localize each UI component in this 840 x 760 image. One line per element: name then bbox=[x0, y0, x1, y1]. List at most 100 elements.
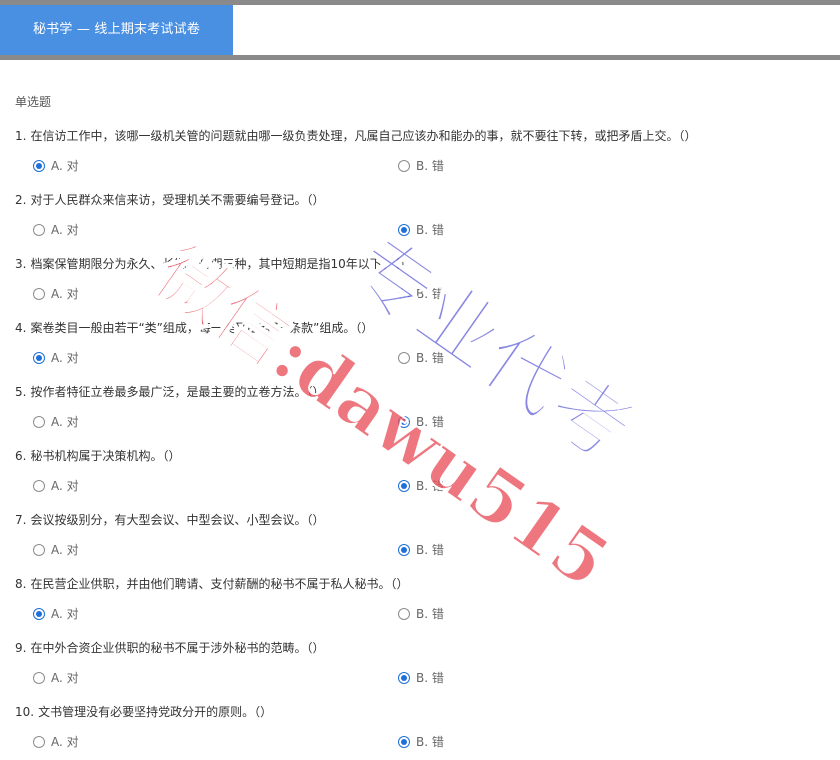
question-number: 1. bbox=[15, 129, 27, 143]
radio-button[interactable] bbox=[398, 351, 410, 364]
option-group: A. 对 B. 错 bbox=[15, 669, 825, 689]
option-b[interactable]: B. 错 bbox=[398, 733, 444, 750]
question-number: 9. bbox=[15, 641, 27, 655]
option-a[interactable]: A. 对 bbox=[33, 221, 79, 238]
radio-button[interactable] bbox=[398, 735, 410, 748]
question-item: 6. 秘书机构属于决策机构。（） A. 对 B. 错 bbox=[15, 447, 825, 497]
option-group: A. 对 B. 错 bbox=[15, 477, 825, 497]
option-group: A. 对 B. 错 bbox=[15, 733, 825, 753]
option-b[interactable]: B. 错 bbox=[398, 541, 444, 558]
question-text: 8. 在民营企业供职，并由他们聘请、支付薪酬的秘书不属于私人秘书。（） bbox=[15, 575, 825, 593]
option-a[interactable]: A. 对 bbox=[33, 669, 79, 686]
option-b[interactable]: B. 错 bbox=[398, 413, 444, 430]
question-number: 7. bbox=[15, 513, 27, 527]
question-stem: 在中外合资企业供职的秘书不属于涉外秘书的范畴。（） bbox=[30, 641, 325, 655]
option-a[interactable]: A. 对 bbox=[33, 733, 79, 750]
radio-button[interactable] bbox=[33, 735, 45, 748]
tab-bar: 秘书学 — 线上期末考试试卷 bbox=[0, 5, 840, 60]
radio-button[interactable] bbox=[398, 415, 410, 428]
option-label: B. 错 bbox=[416, 415, 444, 429]
option-label: A. 对 bbox=[51, 287, 79, 301]
question-item: 8. 在民营企业供职，并由他们聘请、支付薪酬的秘书不属于私人秘书。（） A. 对 B.… bbox=[15, 575, 825, 625]
option-a[interactable]: A. 对 bbox=[33, 413, 79, 430]
option-label: A. 对 bbox=[51, 607, 79, 621]
radio-button[interactable] bbox=[33, 607, 45, 620]
radio-button[interactable] bbox=[398, 287, 410, 300]
option-label: B. 错 bbox=[416, 607, 444, 621]
option-label: A. 对 bbox=[51, 479, 79, 493]
option-label: A. 对 bbox=[51, 159, 79, 173]
option-a[interactable]: A. 对 bbox=[33, 477, 79, 494]
question-stem: 会议按级别分，有大型会议、中型会议、小型会议。（） bbox=[30, 513, 325, 527]
question-text: 4. 案卷类目一般由若干“类”组成，每一类又由若干“条款”组成。（） bbox=[15, 319, 825, 337]
question-number: 3. bbox=[15, 257, 27, 271]
question-stem: 秘书机构属于决策机构。（） bbox=[30, 449, 181, 463]
option-label: A. 对 bbox=[51, 543, 79, 557]
option-group: A. 对 B. 错 bbox=[15, 349, 825, 369]
option-a[interactable]: A. 对 bbox=[33, 285, 79, 302]
question-stem: 在信访工作中，该哪一级机关管的问题就由哪一级负责处理，凡属自己应该办和能办的事，… bbox=[30, 129, 697, 143]
option-b[interactable]: B. 错 bbox=[398, 157, 444, 174]
option-label: B. 错 bbox=[416, 671, 444, 685]
option-b[interactable]: B. 错 bbox=[398, 669, 444, 686]
option-label: A. 对 bbox=[51, 735, 79, 749]
question-item: 3. 档案保管期限分为永久、长期和短期三种，其中短期是指10年以下。（） A. 对 B… bbox=[15, 255, 825, 305]
radio-button[interactable] bbox=[398, 223, 410, 236]
radio-button[interactable] bbox=[398, 607, 410, 620]
question-text: 9. 在中外合资企业供职的秘书不属于涉外秘书的范畴。（） bbox=[15, 639, 825, 657]
option-b[interactable]: B. 错 bbox=[398, 285, 444, 302]
option-group: A. 对 B. 错 bbox=[15, 285, 825, 305]
radio-button[interactable] bbox=[398, 671, 410, 684]
question-stem: 在民营企业供职，并由他们聘请、支付薪酬的秘书不属于私人秘书。（） bbox=[30, 577, 409, 591]
option-a[interactable]: A. 对 bbox=[33, 605, 79, 622]
radio-button[interactable] bbox=[33, 415, 45, 428]
option-label: B. 错 bbox=[416, 287, 444, 301]
tab-exam[interactable]: 秘书学 — 线上期末考试试卷 bbox=[0, 5, 233, 55]
question-text: 2. 对于人民群众来信来访，受理机关不需要编号登记。（） bbox=[15, 191, 825, 209]
question-text: 6. 秘书机构属于决策机构。（） bbox=[15, 447, 825, 465]
option-label: A. 对 bbox=[51, 415, 79, 429]
option-a[interactable]: A. 对 bbox=[33, 349, 79, 366]
tab-underline bbox=[0, 55, 840, 60]
option-label: A. 对 bbox=[51, 351, 79, 365]
option-label: B. 错 bbox=[416, 351, 444, 365]
radio-button[interactable] bbox=[398, 479, 410, 492]
radio-button[interactable] bbox=[33, 223, 45, 236]
question-item: 5. 按作者特征立卷最多最广泛，是最主要的立卷方法。（） A. 对 B. 错 bbox=[15, 383, 825, 433]
radio-button[interactable] bbox=[33, 671, 45, 684]
option-label: B. 错 bbox=[416, 735, 444, 749]
option-group: A. 对 B. 错 bbox=[15, 413, 825, 433]
option-b[interactable]: B. 错 bbox=[398, 349, 444, 366]
option-group: A. 对 B. 错 bbox=[15, 221, 825, 241]
radio-button[interactable] bbox=[33, 543, 45, 556]
radio-button[interactable] bbox=[33, 287, 45, 300]
question-number: 8. bbox=[15, 577, 27, 591]
question-text: 7. 会议按级别分，有大型会议、中型会议、小型会议。（） bbox=[15, 511, 825, 529]
option-a[interactable]: A. 对 bbox=[33, 541, 79, 558]
question-item: 1. 在信访工作中，该哪一级机关管的问题就由哪一级负责处理，凡属自己应该办和能办的… bbox=[15, 127, 825, 177]
option-b[interactable]: B. 错 bbox=[398, 221, 444, 238]
option-b[interactable]: B. 错 bbox=[398, 605, 444, 622]
question-item: 4. 案卷类目一般由若干“类”组成，每一类又由若干“条款”组成。（） A. 对 B. … bbox=[15, 319, 825, 369]
radio-button[interactable] bbox=[33, 479, 45, 492]
question-item: 2. 对于人民群众来信来访，受理机关不需要编号登记。（） A. 对 B. 错 bbox=[15, 191, 825, 241]
option-label: B. 错 bbox=[416, 479, 444, 493]
radio-button[interactable] bbox=[398, 543, 410, 556]
question-stem: 档案保管期限分为永久、长期和短期三种，其中短期是指10年以下。（） bbox=[30, 257, 412, 271]
question-text: 10. 文书管理没有必要坚持党政分开的原则。（） bbox=[15, 703, 825, 721]
question-text: 3. 档案保管期限分为永久、长期和短期三种，其中短期是指10年以下。（） bbox=[15, 255, 825, 273]
option-group: A. 对 B. 错 bbox=[15, 541, 825, 561]
option-a[interactable]: A. 对 bbox=[33, 157, 79, 174]
option-label: A. 对 bbox=[51, 671, 79, 685]
question-stem: 按作者特征立卷最多最广泛，是最主要的立卷方法。（） bbox=[30, 385, 325, 399]
option-label: B. 错 bbox=[416, 223, 444, 237]
radio-button[interactable] bbox=[33, 351, 45, 364]
question-number: 6. bbox=[15, 449, 27, 463]
question-text: 1. 在信访工作中，该哪一级机关管的问题就由哪一级负责处理，凡属自己应该办和能办的… bbox=[15, 127, 825, 145]
option-group: A. 对 B. 错 bbox=[15, 605, 825, 625]
option-b[interactable]: B. 错 bbox=[398, 477, 444, 494]
question-text: 5. 按作者特征立卷最多最广泛，是最主要的立卷方法。（） bbox=[15, 383, 825, 401]
radio-button[interactable] bbox=[33, 159, 45, 172]
radio-button[interactable] bbox=[398, 159, 410, 172]
question-item: 10. 文书管理没有必要坚持党政分开的原则。（） A. 对 B. 错 bbox=[15, 703, 825, 753]
